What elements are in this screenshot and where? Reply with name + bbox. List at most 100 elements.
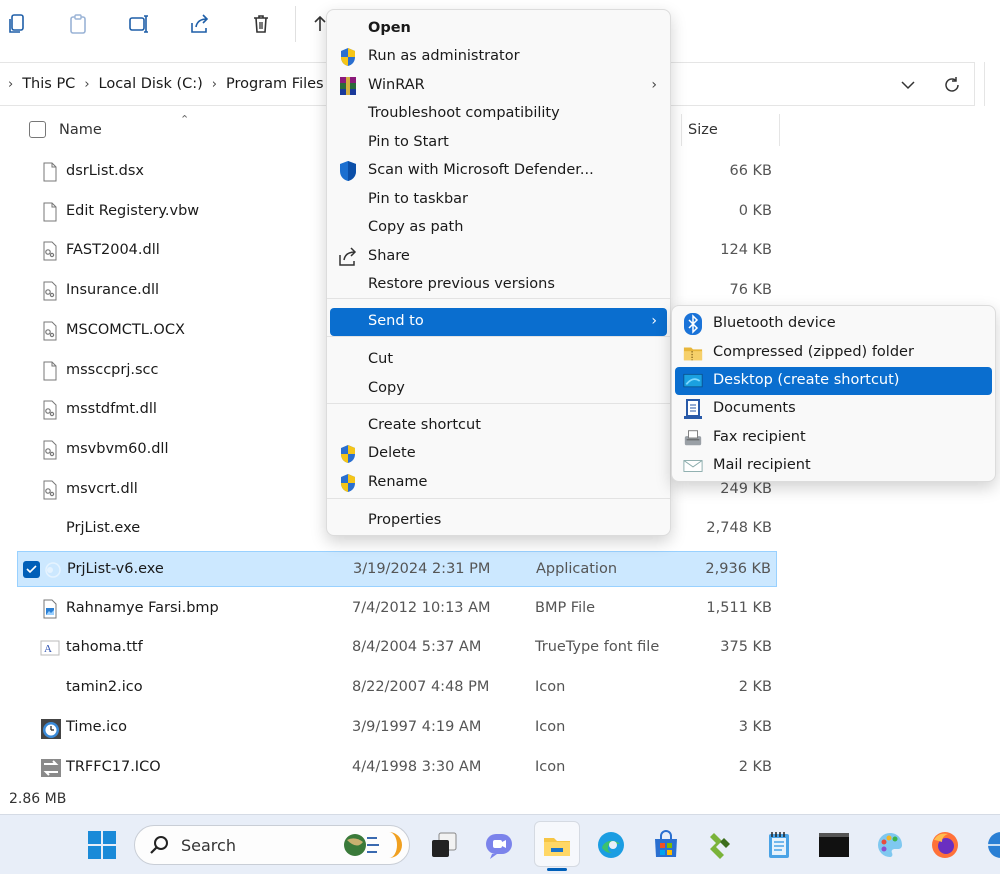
- task-view-icon[interactable]: [428, 829, 460, 861]
- dll-icon: [40, 440, 60, 460]
- send-to-desktop-create-shortcut[interactable]: Desktop (create shortcut): [675, 367, 992, 395]
- paint-icon[interactable]: [874, 829, 906, 861]
- paste-icon[interactable]: [64, 10, 92, 38]
- document-icon: [40, 361, 60, 381]
- dll-icon: [40, 400, 60, 420]
- file-row[interactable]: tamin2.ico 8/22/2007 4:48 PM Icon 2 KB: [17, 670, 777, 706]
- menu-item-winrar[interactable]: WinRAR ›: [330, 72, 667, 100]
- delete-icon[interactable]: [247, 10, 275, 38]
- menu-item-label: WinRAR: [368, 77, 425, 93]
- store-icon[interactable]: [650, 829, 682, 861]
- file-name: TRFFC17.ICO: [66, 758, 161, 775]
- defender-shield-icon: [338, 161, 358, 181]
- taskbar-search-label: Search: [181, 836, 236, 855]
- file-size: 2 KB: [738, 758, 772, 775]
- breadcrumb-this-pc[interactable]: This PC: [22, 76, 75, 92]
- refresh-icon[interactable]: [940, 73, 964, 97]
- select-all-checkbox[interactable]: [29, 121, 46, 138]
- menu-separator: [327, 403, 670, 404]
- zip-folder-icon: [683, 343, 703, 363]
- file-size: 2 KB: [738, 679, 772, 696]
- file-size: 2,936 KB: [705, 561, 771, 577]
- documents-icon: [683, 399, 703, 419]
- menu-item-delete[interactable]: Delete: [330, 440, 667, 468]
- file-name: Rahnamye Farsi.bmp: [66, 599, 219, 616]
- uac-shield-icon: [338, 473, 358, 493]
- menu-item-open[interactable]: Open: [330, 15, 667, 43]
- menu-item-label: Restore previous versions: [368, 276, 555, 292]
- menu-item-share[interactable]: Share: [330, 243, 667, 271]
- menu-item-copy-as-path[interactable]: Copy as path: [330, 214, 667, 242]
- send-to-bluetooth-device[interactable]: Bluetooth device: [675, 310, 992, 338]
- chevron-right-icon: ›: [651, 313, 657, 329]
- send-to-documents[interactable]: Documents: [675, 395, 992, 423]
- send-to-fax-recipient[interactable]: Fax recipient: [675, 424, 992, 452]
- row-checkbox[interactable]: [23, 561, 40, 578]
- menu-item-rename[interactable]: Rename: [330, 469, 667, 497]
- chevron-right-icon[interactable]: ›: [212, 77, 217, 92]
- uac-shield-icon: [338, 47, 358, 67]
- menu-item-label: Documents: [713, 400, 796, 416]
- send-to-compressed-zipped-folder[interactable]: Compressed (zipped) folder: [675, 339, 992, 367]
- file-size: 66 KB: [729, 163, 772, 179]
- menu-item-label: Delete: [368, 445, 416, 461]
- column-divider[interactable]: [779, 114, 780, 146]
- menu-item-copy[interactable]: Copy: [330, 375, 667, 403]
- file-name: tamin2.ico: [66, 679, 143, 696]
- file-row[interactable]: Time.ico 3/9/1997 4:19 AM Icon 3 KB: [17, 710, 777, 746]
- menu-item-pin-to-taskbar[interactable]: Pin to taskbar: [330, 186, 667, 214]
- menu-item-properties[interactable]: Properties: [330, 507, 667, 535]
- toolbar-divider: [295, 6, 296, 42]
- column-divider[interactable]: [681, 114, 682, 146]
- menu-item-run-as-administrator[interactable]: Run as administrator: [330, 43, 667, 71]
- share-icon[interactable]: [186, 10, 214, 38]
- menu-item-troubleshoot-compatibility[interactable]: Troubleshoot compatibility: [330, 100, 667, 128]
- menu-item-label: Open: [368, 20, 411, 36]
- column-name[interactable]: Name: [59, 122, 102, 138]
- start-icon[interactable]: [86, 829, 118, 861]
- menu-item-label: Mail recipient: [713, 457, 811, 473]
- file-date: 7/4/2012 10:13 AM: [352, 599, 491, 616]
- file-row[interactable]: Rahnamye Farsi.bmp 7/4/2012 10:13 AM BMP F…: [17, 591, 777, 627]
- firefox-icon[interactable]: [929, 829, 961, 861]
- svg-text:A: A: [44, 643, 52, 655]
- menu-item-create-shortcut[interactable]: Create shortcut: [330, 412, 667, 440]
- desktop-icon: [683, 371, 703, 391]
- send-to-mail-recipient[interactable]: Mail recipient: [675, 452, 992, 480]
- copy-icon[interactable]: [4, 10, 32, 38]
- menu-item-send-to[interactable]: Send to ›: [330, 308, 667, 336]
- dll-icon: [40, 321, 60, 341]
- breadcrumb-local-disk[interactable]: Local Disk (C:): [99, 76, 203, 92]
- menu-item-label: Troubleshoot compatibility: [368, 105, 560, 121]
- rename-icon[interactable]: [125, 10, 153, 38]
- taskbar-search-box[interactable]: Search: [134, 825, 410, 865]
- app-green-icon[interactable]: [705, 829, 737, 861]
- file-row[interactable]: Atahoma.ttf 8/4/2004 5:37 AM TrueType font…: [17, 630, 777, 666]
- edge-icon[interactable]: [595, 829, 627, 861]
- menu-item-restore-previous-versions[interactable]: Restore previous versions: [330, 271, 667, 299]
- menu-item-pin-to-start[interactable]: Pin to Start: [330, 129, 667, 157]
- document-icon: [40, 202, 60, 222]
- file-row[interactable]: TRFFC17.ICO 4/4/1998 3:30 AM Icon 2 KB: [17, 750, 777, 786]
- file-name: Time.ico: [66, 718, 127, 735]
- app-icon: [43, 560, 63, 580]
- terminal-icon[interactable]: [818, 829, 850, 861]
- file-explorer-icon[interactable]: [541, 829, 573, 861]
- send-to-submenu: Bluetooth device Compressed (zipped) fold…: [671, 305, 996, 482]
- file-name: msstdfmt.dll: [66, 401, 157, 418]
- notepad-icon[interactable]: [763, 829, 795, 861]
- search-box-edge[interactable]: [984, 62, 1000, 106]
- file-row[interactable]: PrjList-v6.exe 3/19/2024 2:31 PM Applicati…: [17, 551, 777, 587]
- file-name: MSCOMCTL.OCX: [66, 321, 185, 338]
- menu-item-scan-with-microsoft-defender[interactable]: Scan with Microsoft Defender...: [330, 157, 667, 185]
- menu-separator: [327, 498, 670, 499]
- breadcrumb-program-files[interactable]: Program Files (x: [226, 76, 342, 92]
- menu-item-cut[interactable]: Cut: [330, 346, 667, 374]
- file-type: Icon: [535, 679, 566, 696]
- file-type: Application: [536, 561, 618, 577]
- chevron-right-icon[interactable]: ›: [84, 77, 89, 92]
- teams-icon[interactable]: [483, 829, 515, 861]
- column-size[interactable]: Size: [688, 122, 718, 138]
- chevron-down-icon[interactable]: [897, 74, 919, 96]
- globe-icon[interactable]: [985, 829, 1000, 861]
